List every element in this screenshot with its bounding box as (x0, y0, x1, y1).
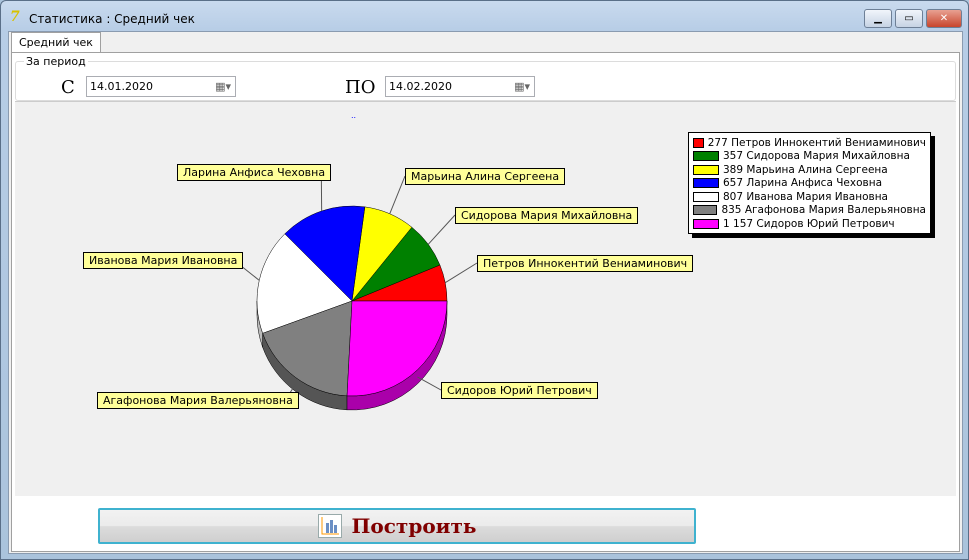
legend-text: 277 Петров Иннокентий Вениаминович (707, 136, 926, 149)
legend-swatch (693, 178, 719, 189)
slice-label: Петров Иннокентий Вениаминович (477, 255, 694, 272)
period-group-label: За период (24, 55, 88, 68)
legend-text: 389 Марьина Алина Сергеена (723, 163, 888, 176)
calendar-dropdown-icon[interactable]: ▦▾ (514, 80, 530, 93)
tab-page: За период С 14.01.2020 ▦▾ ПО 14.02.2020 … (11, 52, 960, 552)
legend-text: 835 Агафонова Мария Валерьяновна (721, 204, 926, 217)
leader-line (427, 214, 456, 245)
build-button[interactable]: Построить (98, 508, 696, 544)
minimize-button[interactable]: ▁ (864, 9, 892, 28)
from-label: С (61, 77, 75, 98)
legend-item: 807 Иванова Мария Ивановна (693, 190, 926, 204)
legend-item: 357 Сидорова Мария Михайловна (693, 150, 926, 164)
tab-average-check[interactable]: Средний чек (11, 32, 101, 53)
pie-slice (346, 300, 448, 397)
client-area: Средний чек За период С 14.01.2020 ▦▾ ПО… (8, 31, 963, 554)
legend-item: 835 Агафонова Мария Валерьяновна (693, 204, 926, 218)
slice-label: Марьина Алина Сергеена (405, 168, 566, 185)
legend-swatch (693, 191, 719, 202)
close-button[interactable]: ✕ (926, 9, 962, 28)
legend-swatch (693, 205, 718, 216)
chart-icon (317, 514, 342, 538)
app-icon: 7 (10, 9, 20, 25)
legend-text: 807 Иванова Мария Ивановна (723, 190, 888, 203)
legend-item: 389 Марьина Алина Сергеена (693, 163, 926, 177)
legend-text: 1 157 Сидоров Юрий Петрович (723, 217, 895, 230)
maximize-button[interactable]: ▭ (895, 9, 923, 28)
slice-label: Сидоров Юрий Петрович (441, 382, 598, 399)
chart-area: .. Петров Иннокентий Вениаминович Сидоров… (15, 101, 956, 496)
legend-text: 657 Ларина Анфиса Чеховна (723, 177, 883, 190)
chart-legend: 277 Петров Иннокентий Вениаминович 357 Си… (688, 132, 931, 234)
to-date-value: 14.02.2020 (389, 80, 452, 93)
legend-swatch (693, 164, 719, 175)
window-title: Статистика : Средний чек (29, 12, 195, 26)
leader-line (417, 376, 442, 391)
legend-item: 277 Петров Иннокентий Вениаминович (693, 136, 926, 150)
legend-swatch (693, 151, 719, 162)
to-label: ПО (345, 77, 376, 98)
slice-label: Иванова Мария Ивановна (83, 252, 244, 269)
calendar-dropdown-icon[interactable]: ▦▾ (215, 80, 231, 93)
build-button-label: Построить (351, 514, 477, 538)
leader-line (389, 175, 406, 215)
legend-item: 1 157 Сидоров Юрий Петрович (693, 217, 926, 231)
legend-item: 657 Ларина Анфиса Чеховна (693, 177, 926, 191)
legend-swatch (693, 137, 704, 148)
legend-swatch (693, 218, 719, 229)
slice-label: Ларина Анфиса Чеховна (177, 164, 332, 181)
window: 7 Статистика : Средний чек ▁ ▭ ✕ Средний… (0, 0, 969, 560)
from-date-value: 14.01.2020 (90, 80, 153, 93)
slice-label: Сидорова Мария Михайловна (455, 207, 639, 224)
to-date-picker[interactable]: 14.02.2020 ▦▾ (385, 76, 535, 97)
slice-label: Агафонова Мария Валерьяновна (97, 392, 299, 409)
from-date-picker[interactable]: 14.01.2020 ▦▾ (86, 76, 236, 97)
legend-text: 357 Сидорова Мария Михайловна (723, 150, 910, 163)
leader-line (444, 262, 478, 284)
